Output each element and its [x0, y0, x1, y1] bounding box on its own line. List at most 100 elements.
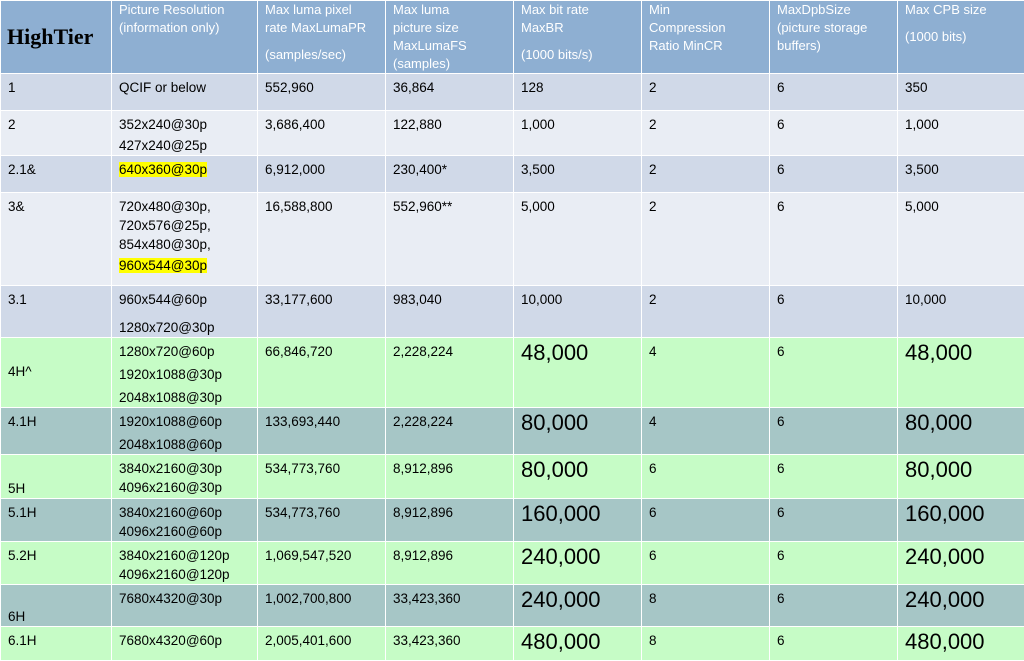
header-max-luma-fs: Max luma picture size MaxLumaFS (samples…	[386, 1, 514, 74]
max-luma-pr-cell: 3,686,400	[258, 111, 386, 156]
table-row: 2.1& 640x360@30p 6,912,000 230,400* 3,50…	[1, 156, 1024, 193]
max-br-value: 240,000	[521, 544, 634, 570]
max-br-cell: 240,000	[514, 542, 642, 585]
max-br-cell: 160,000	[514, 499, 642, 542]
table-row: 3& 720x480@30p, 720x576@25p, 854x480@30p…	[1, 193, 1024, 286]
header-min-cr-line: Ratio MinCR	[649, 37, 762, 55]
max-br-value: 80,000	[521, 410, 634, 436]
table-row: 5H 3840x2160@30p 4096x2160@30p 534,773,7…	[1, 455, 1024, 499]
max-luma-fs-cell: 33,423,360	[386, 627, 514, 661]
header-max-br-line: (1000 bits/s)	[521, 46, 634, 64]
header-max-luma-pr-line: rate MaxLumaPR	[265, 19, 378, 37]
max-cpb-value: 240,000	[905, 587, 1017, 613]
min-cr-cell: 8	[642, 627, 770, 661]
max-luma-pr-cell: 133,693,440	[258, 408, 386, 455]
max-luma-pr-cell: 16,588,800	[258, 193, 386, 286]
header-min-cr: Min Compression Ratio MinCR	[642, 1, 770, 74]
level-cell: 6.1H	[1, 627, 112, 661]
table-row: 5.2H 3840x2160@120p 4096x2160@120p 1,069…	[1, 542, 1024, 585]
resolution-line: 3840x2160@30p	[119, 459, 250, 478]
header-max-luma-fs-line: picture size	[393, 19, 506, 37]
header-max-dpb: MaxDpbSize (picture storage buffers)	[770, 1, 898, 74]
header-max-luma-pr-line: (samples/sec)	[265, 46, 378, 64]
min-cr-cell: 2	[642, 74, 770, 111]
header-max-br: Max bit rate MaxBR (1000 bits/s)	[514, 1, 642, 74]
header-max-dpb-line: buffers)	[777, 37, 890, 55]
header-max-luma-pr: Max luma pixel rate MaxLumaPR (samples/s…	[258, 1, 386, 74]
table-row: 4H^ 1280x720@60p 1920x1088@30p 2048x1088…	[1, 338, 1024, 408]
max-dpb-cell: 6	[770, 627, 898, 661]
high-tier-level-limits-table: HighTier Picture Resolution (information…	[0, 0, 1024, 661]
resolution-cell: 3840x2160@120p 4096x2160@120p	[112, 542, 258, 585]
header-row: HighTier Picture Resolution (information…	[1, 1, 1024, 74]
level-cell: 4H^	[1, 338, 112, 408]
max-luma-pr-cell: 66,846,720	[258, 338, 386, 408]
table-row: 4.1H 1920x1088@60p 2048x1088@60p 133,693…	[1, 408, 1024, 455]
max-cpb-cell: 80,000	[898, 408, 1024, 455]
min-cr-cell: 2	[642, 156, 770, 193]
max-br-value: 240,000	[521, 587, 634, 613]
max-cpb-cell: 80,000	[898, 455, 1024, 499]
max-cpb-cell: 48,000	[898, 338, 1024, 408]
table-row: 1 QCIF or below 552,960 36,864 128 2 6 3…	[1, 74, 1024, 111]
header-min-cr-line: Min	[649, 1, 762, 19]
resolution-cell: 7680x4320@30p	[112, 585, 258, 627]
max-br-cell: 80,000	[514, 455, 642, 499]
max-cpb-value: 80,000	[905, 410, 1017, 436]
table-row: 6.1H 7680x4320@60p 2,005,401,600 33,423,…	[1, 627, 1024, 661]
resolution-cell: 3840x2160@30p 4096x2160@30p	[112, 455, 258, 499]
max-cpb-cell: 160,000	[898, 499, 1024, 542]
header-max-dpb-line: (picture storage	[777, 19, 890, 37]
max-cpb-cell: 240,000	[898, 585, 1024, 627]
min-cr-cell: 6	[642, 455, 770, 499]
max-dpb-cell: 6	[770, 585, 898, 627]
max-br-cell: 10,000	[514, 286, 642, 338]
resolution-cell: 1280x720@60p 1920x1088@30p 2048x1088@30p	[112, 338, 258, 408]
resolution-line: 960x544@60p	[119, 290, 250, 309]
header-tier: HighTier	[1, 1, 112, 74]
level-cell: 3.1	[1, 286, 112, 338]
resolution-line: QCIF or below	[119, 78, 250, 97]
max-cpb-cell: 350	[898, 74, 1024, 111]
header-max-luma-fs-line: (samples)	[393, 55, 506, 73]
table-row: 5.1H 3840x2160@60p 4096x2160@60p 534,773…	[1, 499, 1024, 542]
min-cr-cell: 2	[642, 193, 770, 286]
max-br-value: 160,000	[521, 501, 634, 527]
header-max-cpb: Max CPB size (1000 bits)	[898, 1, 1024, 74]
max-luma-fs-cell: 122,880	[386, 111, 514, 156]
resolution-line: 1920x1088@30p	[119, 365, 250, 384]
header-resolution: Picture Resolution (information only)	[112, 1, 258, 74]
max-luma-pr-cell: 2,005,401,600	[258, 627, 386, 661]
resolution-line: 854x480@30p,	[119, 235, 250, 254]
max-br-value: 480,000	[521, 629, 634, 655]
resolution-line: 4096x2160@60p	[119, 522, 250, 541]
max-luma-pr-cell: 552,960	[258, 74, 386, 111]
max-cpb-cell: 3,500	[898, 156, 1024, 193]
max-br-value: 48,000	[521, 340, 634, 366]
header-max-br-line: MaxBR	[521, 19, 634, 37]
resolution-cell: 3840x2160@60p 4096x2160@60p	[112, 499, 258, 542]
max-cpb-value: 240,000	[905, 544, 1017, 570]
level-cell: 5H	[1, 455, 112, 499]
resolution-line: 4096x2160@120p	[119, 565, 250, 584]
level-cell: 2.1&	[1, 156, 112, 193]
min-cr-cell: 2	[642, 286, 770, 338]
highlighted-resolution: 960x544@30p	[119, 258, 207, 273]
max-br-cell: 80,000	[514, 408, 642, 455]
header-max-luma-fs-line: Max luma	[393, 1, 506, 19]
min-cr-cell: 6	[642, 499, 770, 542]
max-cpb-cell: 10,000	[898, 286, 1024, 338]
max-dpb-cell: 6	[770, 111, 898, 156]
level-cell: 6H	[1, 585, 112, 627]
max-luma-pr-cell: 6,912,000	[258, 156, 386, 193]
level-cell: 2	[1, 111, 112, 156]
resolution-line: 3840x2160@60p	[119, 503, 250, 522]
level-cell: 3&	[1, 193, 112, 286]
max-luma-pr-cell: 534,773,760	[258, 455, 386, 499]
header-min-cr-line: Compression	[649, 19, 762, 37]
max-cpb-value: 80,000	[905, 457, 1017, 483]
level-cell: 1	[1, 74, 112, 111]
table-row: 3.1 960x544@60p 1280x720@30p 33,177,600 …	[1, 286, 1024, 338]
max-luma-pr-cell: 534,773,760	[258, 499, 386, 542]
resolution-line: 427x240@25p	[119, 136, 250, 155]
